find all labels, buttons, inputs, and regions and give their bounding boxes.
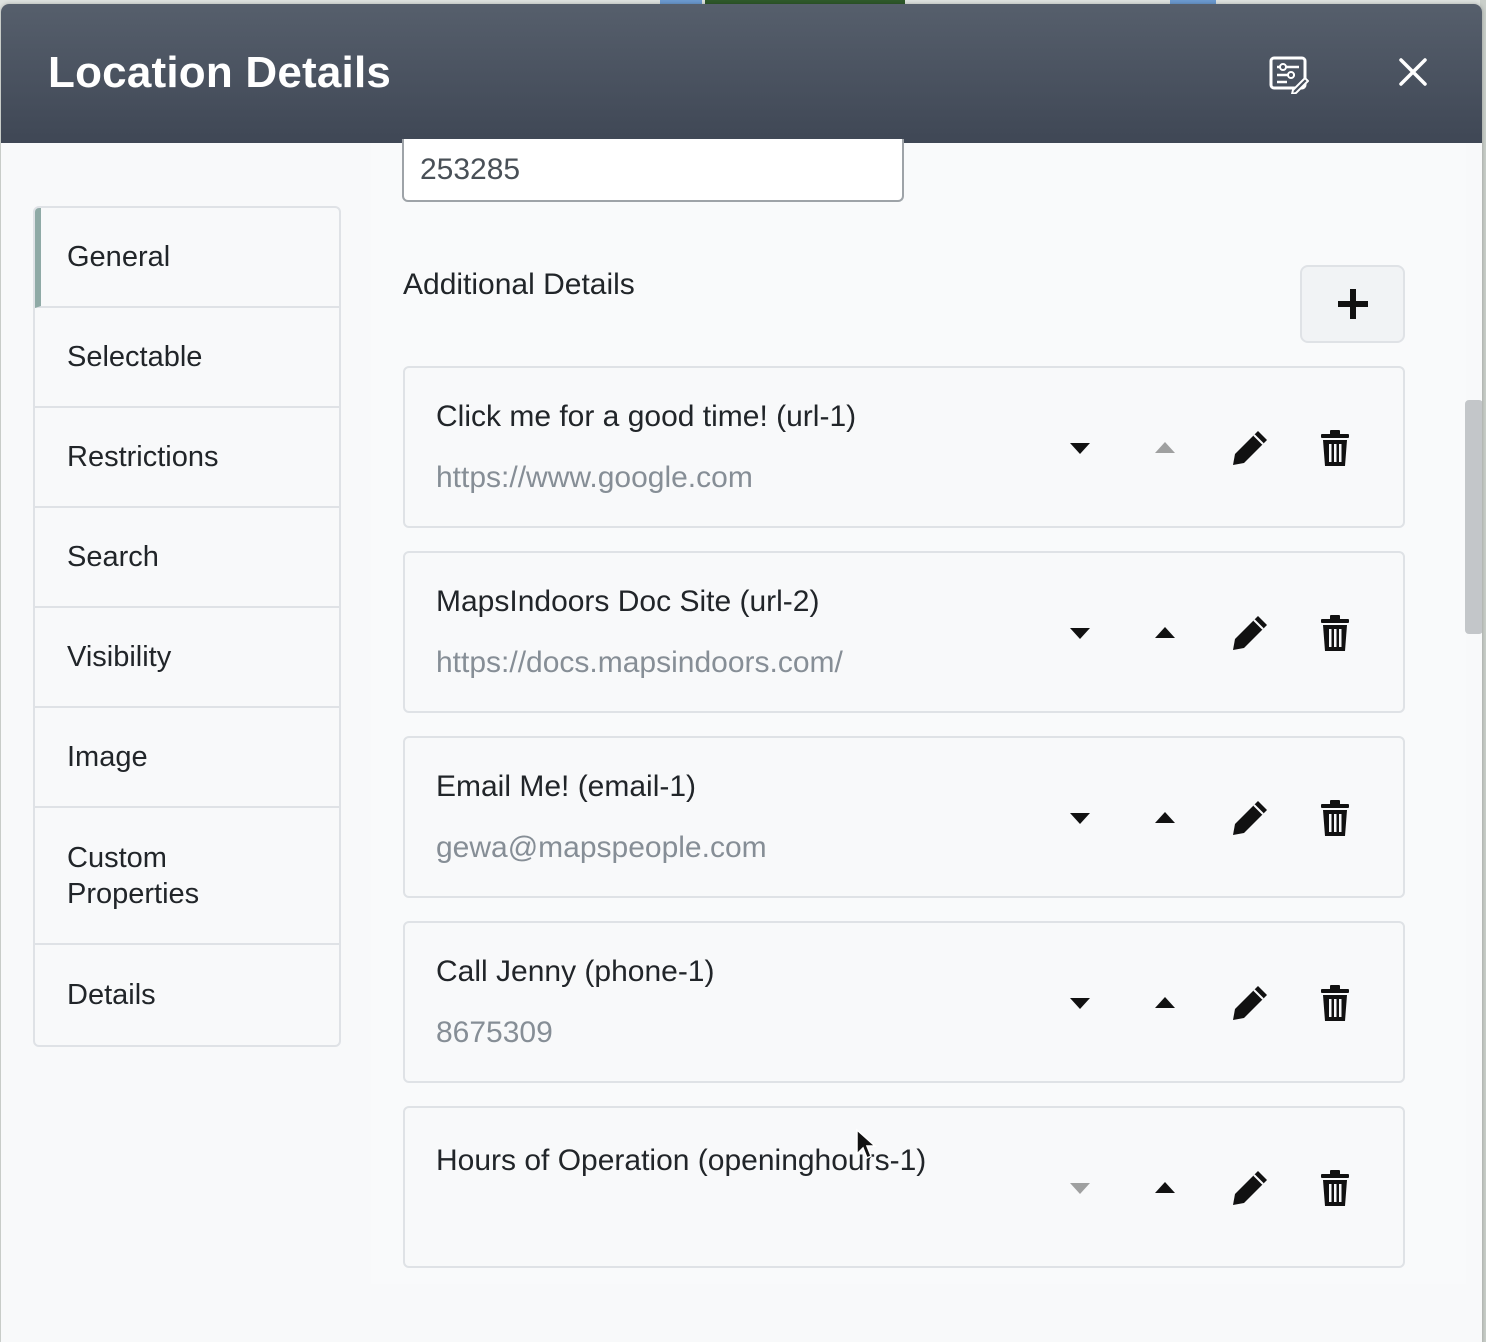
sidebar-item-label: Image	[67, 740, 148, 773]
trash-icon	[1320, 984, 1350, 1022]
detail-value: 8675309	[436, 1016, 553, 1049]
pencil-icon	[1230, 798, 1270, 838]
sidebar-item-search[interactable]: Search	[35, 508, 339, 608]
detail-title: Click me for a good time! (url-1)	[436, 400, 857, 433]
edit-button[interactable]	[1228, 981, 1272, 1025]
sidebar-item-label: General	[67, 240, 171, 273]
delete-button[interactable]	[1313, 426, 1357, 470]
move-up-button[interactable]	[1143, 1166, 1187, 1210]
sidebar-item-visibility[interactable]: Visibility	[35, 608, 339, 708]
close-icon	[1399, 58, 1427, 86]
sidebar-item-label: Details	[67, 978, 156, 1011]
caret-up-icon	[1154, 626, 1176, 640]
edit-button[interactable]	[1228, 611, 1272, 655]
scrollbar-thumb[interactable]	[1465, 400, 1482, 634]
delete-button[interactable]	[1313, 1166, 1357, 1210]
edit-button[interactable]	[1228, 796, 1272, 840]
edit-button[interactable]	[1228, 1166, 1272, 1210]
delete-button[interactable]	[1313, 981, 1357, 1025]
sidebar-item-label: Visibility	[67, 640, 172, 673]
sidebar-item-label: Custom Properties	[67, 841, 200, 910]
detail-title: MapsIndoors Doc Site (url-2)	[436, 585, 820, 618]
details-list: Click me for a good time! (url-1) https:…	[403, 366, 1405, 1291]
move-down-button[interactable]	[1058, 611, 1102, 655]
delete-button[interactable]	[1313, 796, 1357, 840]
trash-icon	[1320, 799, 1350, 837]
caret-up-icon	[1154, 811, 1176, 825]
pencil-icon	[1230, 983, 1270, 1023]
trash-icon	[1320, 429, 1350, 467]
pencil-icon	[1230, 428, 1270, 468]
caret-down-icon	[1069, 811, 1091, 825]
detail-card: Click me for a good time! (url-1) https:…	[403, 366, 1405, 528]
caret-down-icon	[1069, 1181, 1091, 1195]
detail-title: Email Me! (email-1)	[436, 770, 697, 803]
move-down-button[interactable]	[1058, 1166, 1102, 1210]
sidebar-item-general[interactable]: General	[35, 208, 339, 308]
detail-card: Email Me! (email-1) gewa@mapspeople.com	[403, 736, 1405, 898]
detail-title: Call Jenny (phone-1)	[436, 955, 715, 988]
move-up-button[interactable]	[1143, 611, 1187, 655]
content-panel: Additional Details Click me for a good t…	[371, 139, 1466, 1284]
caret-down-icon	[1069, 626, 1091, 640]
move-down-button[interactable]	[1058, 796, 1102, 840]
sidebar-item-label: Selectable	[67, 340, 203, 373]
edit-button[interactable]	[1228, 426, 1272, 470]
plus-icon	[1337, 289, 1368, 319]
move-down-button[interactable]	[1058, 426, 1102, 470]
caret-down-icon	[1069, 441, 1091, 455]
close-button[interactable]	[1391, 50, 1435, 94]
sidebar-item-details[interactable]: Details	[35, 945, 339, 1045]
caret-up-icon	[1154, 996, 1176, 1010]
field-input[interactable]	[402, 139, 904, 202]
detail-card: Hours of Operation (openinghours-1)	[403, 1106, 1405, 1268]
modal-title: Location Details	[48, 48, 392, 97]
detail-value: https://www.google.com	[436, 461, 753, 494]
pencil-icon	[1230, 613, 1270, 653]
detail-card: Call Jenny (phone-1) 8675309	[403, 921, 1405, 1083]
sidebar-item-label: Search	[67, 540, 159, 573]
sidebar-item-selectable[interactable]: Selectable	[35, 308, 339, 408]
detail-value: https://docs.mapsindoors.com/	[436, 646, 843, 679]
move-up-button[interactable]	[1143, 426, 1187, 470]
location-details-modal: Location Details General Selectable Rest…	[1, 4, 1482, 1342]
detail-title: Hours of Operation (openinghours-1)	[436, 1144, 927, 1177]
move-up-button[interactable]	[1143, 981, 1187, 1025]
sidebar-item-custom-properties[interactable]: Custom Properties	[35, 808, 339, 945]
caret-up-icon	[1154, 441, 1176, 455]
detail-card: MapsIndoors Doc Site (url-2) https://doc…	[403, 551, 1405, 713]
mouse-cursor-icon	[856, 1128, 877, 1160]
delete-button[interactable]	[1313, 611, 1357, 655]
sidebar-item-image[interactable]: Image	[35, 708, 339, 808]
add-detail-button[interactable]	[1300, 265, 1405, 343]
detail-value: gewa@mapspeople.com	[436, 831, 767, 864]
move-down-button[interactable]	[1058, 981, 1102, 1025]
trash-icon	[1320, 614, 1350, 652]
trash-icon	[1320, 1169, 1350, 1207]
sidebar-item-restrictions[interactable]: Restrictions	[35, 408, 339, 508]
config-button[interactable]	[1267, 54, 1311, 96]
caret-down-icon	[1069, 996, 1091, 1010]
sidebar-item-label: Restrictions	[67, 440, 219, 473]
sidebar-nav: General Selectable Restrictions Search V…	[33, 206, 341, 1047]
modal-header: Location Details	[1, 4, 1482, 143]
section-title: Additional Details	[403, 268, 635, 301]
caret-up-icon	[1154, 1181, 1176, 1195]
move-up-button[interactable]	[1143, 796, 1187, 840]
pencil-icon	[1230, 1168, 1270, 1208]
config-icon	[1269, 56, 1309, 94]
